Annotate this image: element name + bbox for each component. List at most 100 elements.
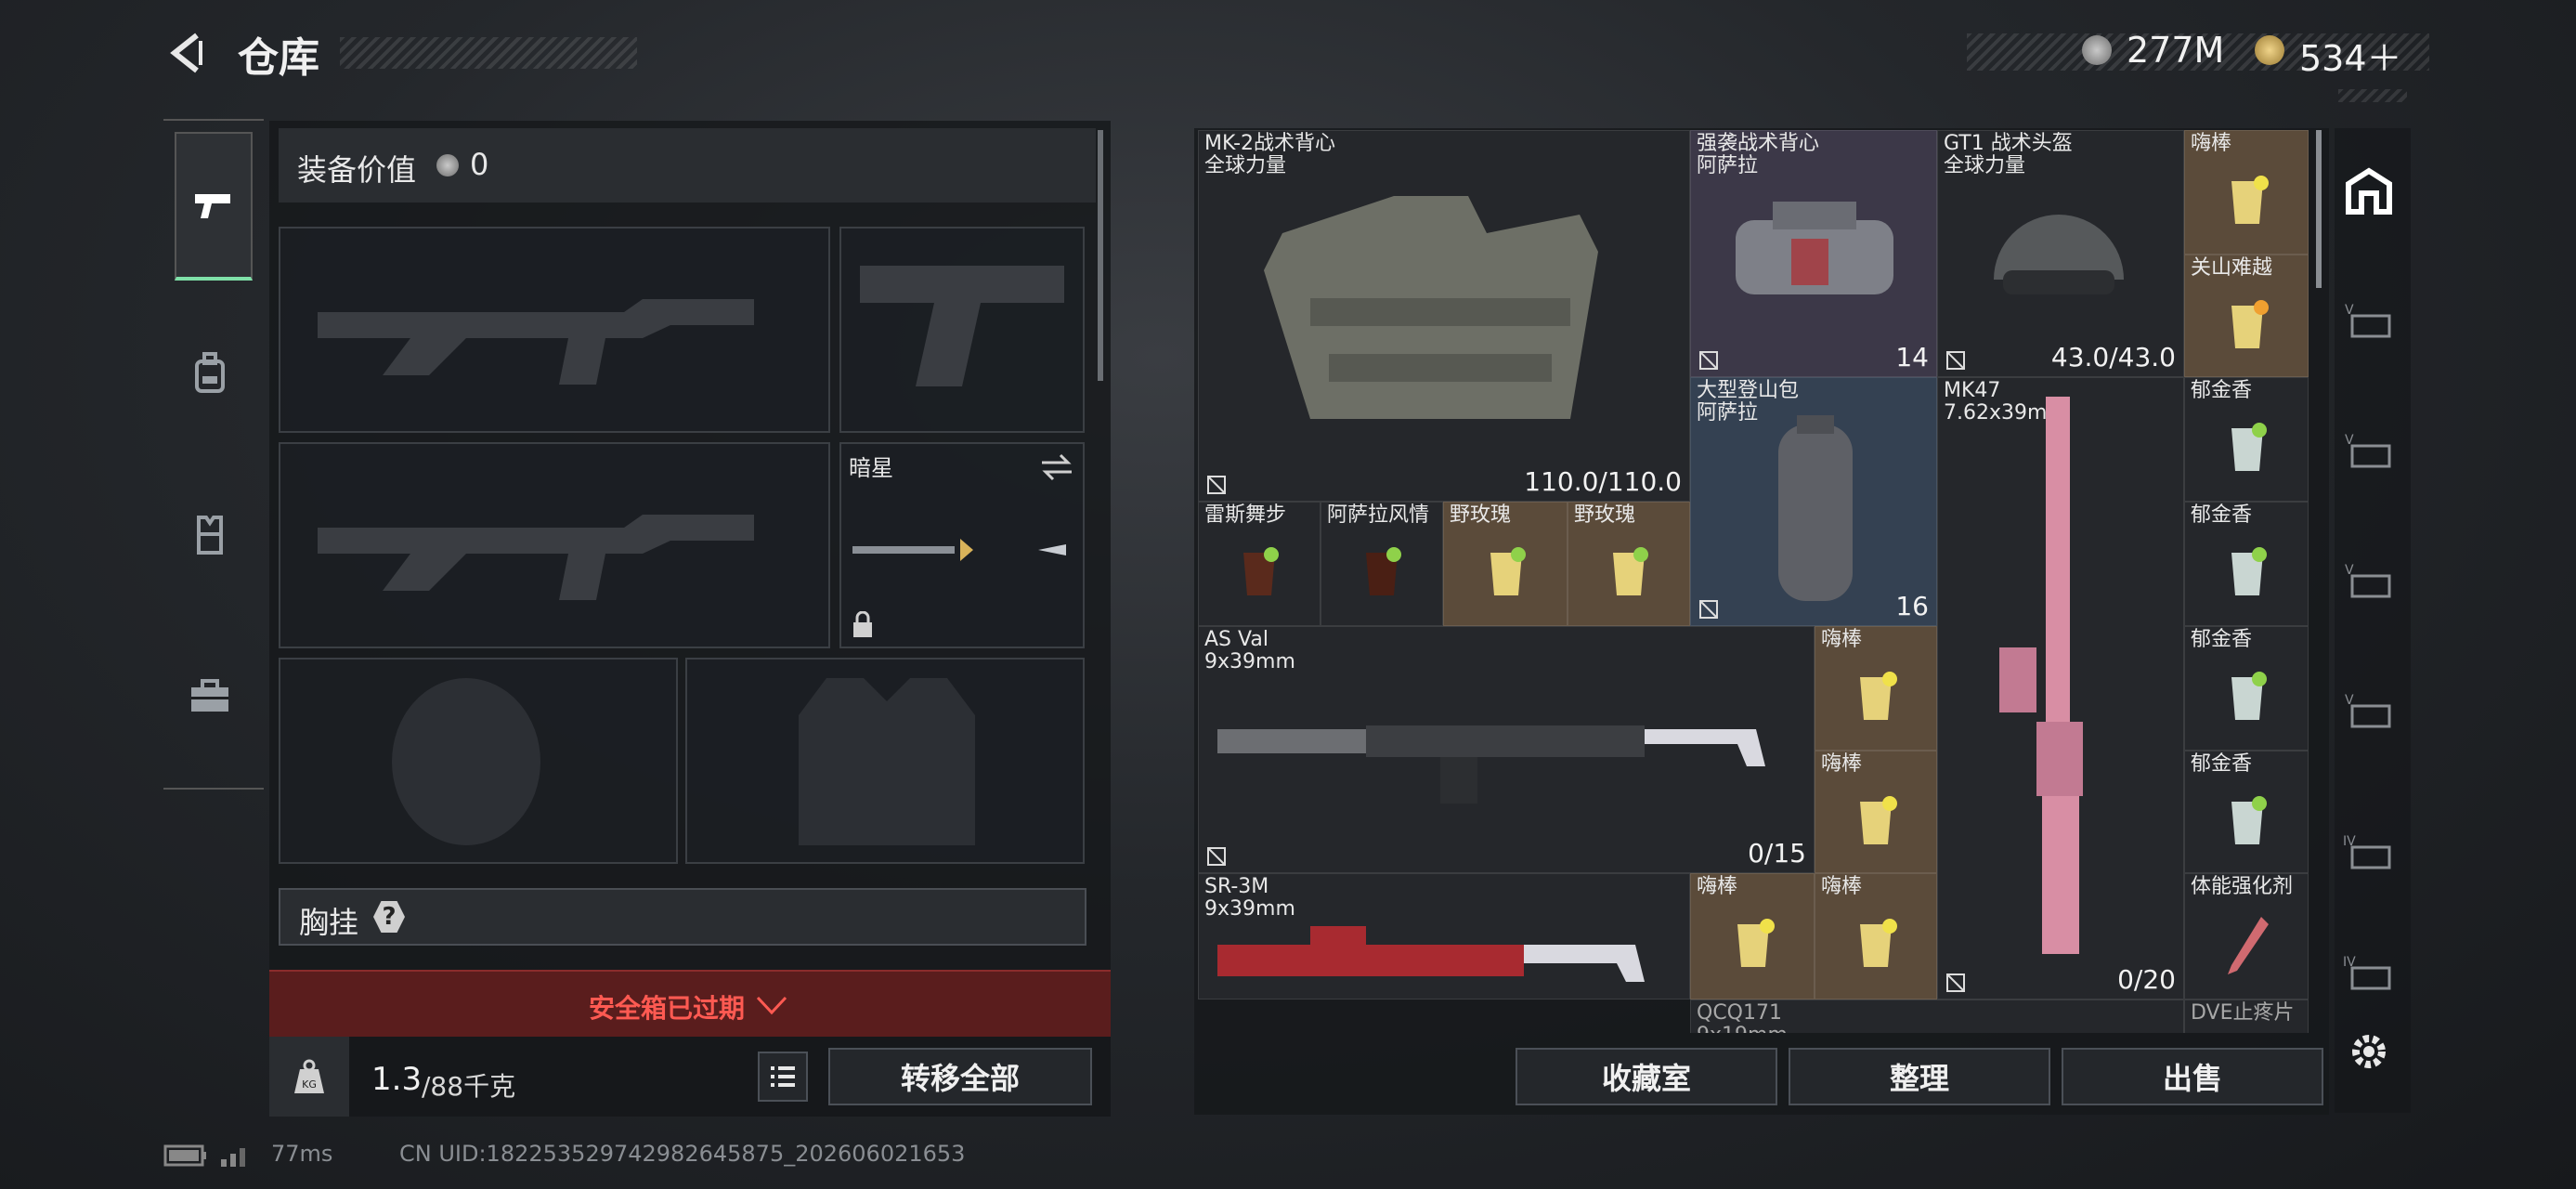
rail-tab-iv2[interactable]: IV bbox=[2340, 947, 2398, 1000]
primary-weapon-slot-2[interactable] bbox=[279, 442, 830, 648]
weight-current: 1.3 bbox=[371, 1061, 423, 1098]
rail-stash-home-tab[interactable] bbox=[2340, 165, 2398, 217]
stash-scrollbar[interactable] bbox=[2316, 130, 2322, 288]
stash-item-tulip-2[interactable]: 郁金香 bbox=[2184, 502, 2309, 626]
stash-item-tulip-4[interactable]: 郁金香 bbox=[2184, 751, 2309, 873]
sort-button[interactable]: 整理 bbox=[1789, 1048, 2050, 1105]
stash-item-tulip-3[interactable]: 郁金香 bbox=[2184, 626, 2309, 751]
home-icon bbox=[2346, 167, 2392, 215]
settings-button[interactable] bbox=[2340, 1026, 2398, 1078]
item-name: 嗨棒 bbox=[1697, 875, 1738, 898]
stash-item-tulip-1[interactable]: 郁金香 bbox=[2184, 377, 2309, 502]
stash-item-qcq171[interactable]: QCQ171 9x19mm bbox=[1690, 1000, 2184, 1033]
transfer-all-button[interactable]: 转移全部 bbox=[828, 1048, 1092, 1105]
no-insure-icon bbox=[1946, 351, 1965, 370]
swap-icon[interactable] bbox=[1040, 453, 1073, 481]
storage-v-icon: V bbox=[2345, 433, 2391, 468]
stash-item-asara-drink[interactable]: 阿萨拉风情 bbox=[1321, 502, 1443, 626]
item-sub: 阿萨拉 bbox=[1697, 154, 1759, 177]
left-rail bbox=[163, 119, 264, 790]
rail-vest-tab[interactable] bbox=[163, 498, 256, 572]
secondary-weapon-slot[interactable] bbox=[839, 227, 1085, 433]
no-insure-icon bbox=[1699, 600, 1718, 619]
rail-tab-v2[interactable]: V bbox=[2340, 425, 2398, 477]
item-name: 大型登山包 bbox=[1697, 379, 1800, 402]
vest-icon bbox=[197, 516, 223, 555]
item-name: 嗨棒 bbox=[1821, 628, 1863, 651]
chest-rig-label: 胸挂 bbox=[299, 905, 359, 940]
helmet-slot[interactable] bbox=[279, 658, 678, 864]
stash-item-sr3m[interactable]: SR-3M 9x39mm bbox=[1198, 873, 1690, 1000]
kg-weight-icon: KG bbox=[294, 1059, 324, 1093]
safebox-banner[interactable]: 安全箱已过期 bbox=[269, 970, 1111, 1037]
stash-item-haibang-2[interactable]: 嗨棒 bbox=[1815, 626, 1937, 751]
stash-item-haibang-3[interactable]: 嗨棒 bbox=[1815, 751, 1937, 873]
equipment-value-row: 装备价值 0 bbox=[279, 128, 1096, 203]
sell-button[interactable]: 出售 bbox=[2062, 1048, 2323, 1105]
stash-item-haibang-4[interactable]: 嗨棒 bbox=[1690, 873, 1815, 1000]
rail-tab-v4[interactable]: V bbox=[2340, 686, 2398, 738]
currency-coin-icon bbox=[2082, 35, 2112, 65]
melee-weapon-slot[interactable]: 暗星 bbox=[839, 442, 1085, 648]
drink-icon bbox=[2231, 176, 2269, 224]
stash-item-gt1-helmet[interactable]: GT1 战术头盔 全球力量 43.0/43.0 bbox=[1937, 130, 2184, 377]
stash-item-haibang[interactable]: 嗨棒 bbox=[2184, 130, 2309, 255]
rail-backpack-tab[interactable] bbox=[163, 336, 256, 411]
weight-bar: KG 1.3 /88千克 转移全部 bbox=[269, 1037, 1111, 1117]
stash-item-as-val[interactable]: AS Val 9x39mm 0/15 bbox=[1198, 626, 1815, 873]
hiking-backpack-icon bbox=[1778, 415, 1853, 601]
item-name: QCQ171 bbox=[1697, 1001, 1782, 1025]
stash-item-haibang-5[interactable]: 嗨棒 bbox=[1815, 873, 1937, 1000]
stash-item-wild-rose-2[interactable]: 野玫瑰 bbox=[1568, 502, 1690, 626]
signal-icon bbox=[221, 1148, 245, 1167]
stash-item-mk47[interactable]: MK47 7.62x39mm 0/20 bbox=[1937, 377, 2184, 1000]
stash-item-wild-rose-1[interactable]: 野玫瑰 bbox=[1443, 502, 1568, 626]
pistol-silhouette-icon bbox=[860, 266, 1064, 386]
back-arrow-icon bbox=[170, 33, 202, 73]
backpack-item-icon bbox=[1736, 202, 1893, 294]
item-name: 嗨棒 bbox=[1821, 875, 1863, 898]
item-ammo: 0/15 bbox=[1748, 838, 1806, 869]
chest-rig-row[interactable]: 胸挂 ? bbox=[279, 888, 1086, 946]
title-decoration bbox=[340, 37, 637, 69]
rail-tab-iv1[interactable]: IV bbox=[2340, 827, 2398, 879]
stash-item-mk2-vest[interactable]: MK-2战术背心 全球力量 110.0/110.0 bbox=[1198, 130, 1690, 502]
helmet-silhouette-icon bbox=[392, 678, 540, 845]
collection-room-button[interactable]: 收藏室 bbox=[1516, 1048, 1777, 1105]
primary-weapon-slot-1[interactable] bbox=[279, 227, 830, 433]
drink-icon bbox=[1490, 547, 1526, 595]
drink-icon bbox=[2231, 423, 2267, 471]
rail-toolbox-tab[interactable] bbox=[163, 660, 256, 734]
no-insure-icon bbox=[1207, 476, 1226, 494]
red-rifle-icon bbox=[1217, 926, 1645, 982]
stash-item-hiking-backpack[interactable]: 大型登山包 阿萨拉 16 bbox=[1690, 377, 1937, 626]
ping-text: 77ms bbox=[271, 1141, 333, 1167]
rail-weapon-tab[interactable] bbox=[175, 132, 253, 281]
item-name: 强袭战术背心 bbox=[1697, 132, 1820, 155]
storage-v-icon: V bbox=[2345, 693, 2391, 728]
stash-item-assault-vest[interactable]: 强袭战术背心 阿萨拉 14 bbox=[1690, 130, 1937, 377]
back-button[interactable] bbox=[163, 30, 210, 76]
help-icon[interactable]: ? bbox=[373, 901, 405, 933]
item-sub: 9x39mm bbox=[1204, 650, 1295, 673]
toolbox-icon bbox=[191, 679, 228, 712]
currency-coin-value: 277M bbox=[2127, 30, 2225, 71]
stash-item-stamina-booster[interactable]: 体能强化剂 bbox=[2184, 873, 2309, 1000]
item-name: 嗨棒 bbox=[2191, 132, 2232, 155]
no-insure-icon bbox=[1946, 973, 1965, 992]
stash-item-dve-painkiller[interactable]: DVE止疼片 bbox=[2184, 1000, 2309, 1033]
right-rail-decoration bbox=[2338, 89, 2407, 102]
equipment-value: 0 bbox=[470, 147, 489, 182]
list-view-button[interactable] bbox=[758, 1052, 808, 1102]
armor-slot[interactable] bbox=[685, 658, 1085, 864]
drink-icon bbox=[2231, 672, 2267, 720]
panel-scrollbar[interactable] bbox=[1098, 130, 1103, 381]
stash-item-rhythm-drink[interactable]: 雷斯舞步 bbox=[1198, 502, 1321, 626]
item-name: 郁金香 bbox=[2191, 628, 2253, 651]
rail-tab-v1[interactable]: V bbox=[2340, 295, 2398, 347]
currency-gold-value[interactable]: 534＋ bbox=[2299, 30, 2402, 81]
stash-item-guanshan[interactable]: 关山难越 bbox=[2184, 255, 2309, 377]
rail-tab-v3[interactable]: V bbox=[2340, 555, 2398, 608]
rifle-silhouette-icon bbox=[318, 515, 754, 600]
armor-silhouette-icon bbox=[799, 678, 975, 845]
